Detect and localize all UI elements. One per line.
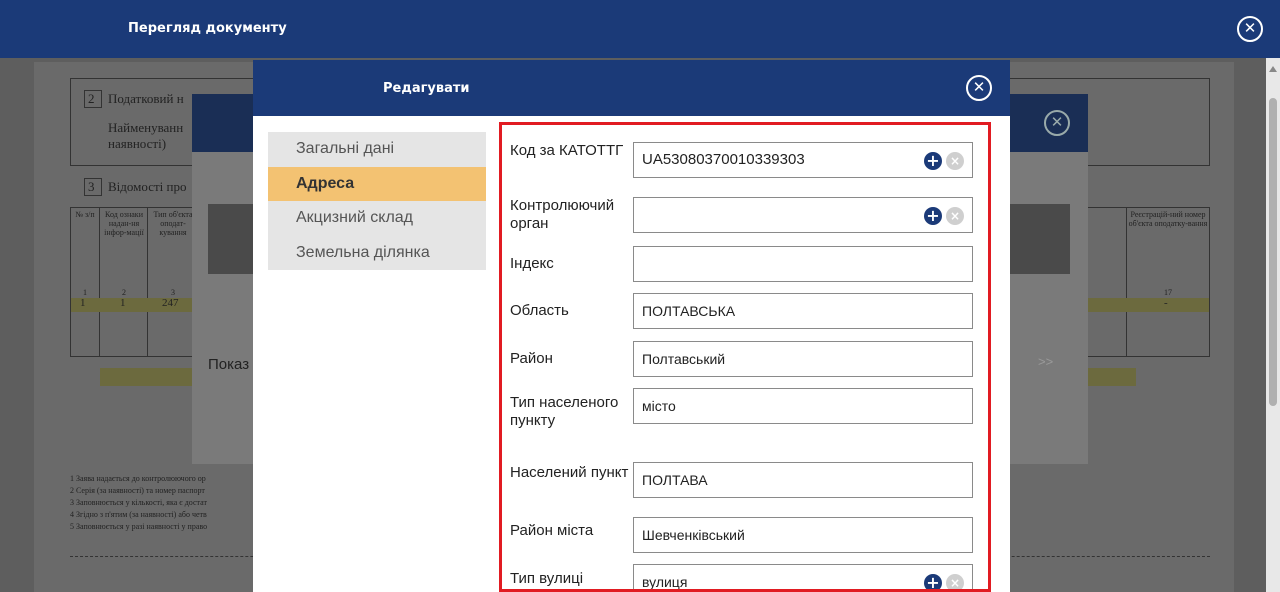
district-field[interactable]: Полтавський [633, 341, 973, 377]
table-col-divider [1126, 207, 1210, 357]
table-number-cell: 17 [1164, 288, 1172, 297]
street-type-value: вулиця [642, 574, 688, 590]
table-header-cell: Реєстрацій-ний номер об'єкта оподатку-ва… [1128, 210, 1208, 228]
street-type-field[interactable]: вулиця + × [633, 564, 973, 590]
plus-circle-icon[interactable]: + [924, 152, 942, 170]
region-field[interactable]: ПОЛТАВСЬКА [633, 293, 973, 329]
region-value: ПОЛТАВСЬКА [642, 303, 736, 319]
city-district-value: Шевченківський [642, 527, 745, 543]
street-type-label: Тип вулиці [510, 570, 584, 587]
section-3-title: Відомості про [108, 179, 187, 194]
footnote: 2 Серія (за наявності) та номер паспорт [70, 486, 205, 495]
nav-general[interactable]: Загальні дані [268, 132, 486, 167]
table-number-cell: 3 [171, 288, 175, 297]
show-label: Показ [208, 356, 250, 373]
table-header-cell: № з/п [75, 210, 95, 219]
scroll-up-icon[interactable] [1269, 66, 1277, 72]
table-number-cell: 1 [83, 288, 87, 297]
settlement-field[interactable]: ПОЛТАВА [633, 462, 973, 498]
page-scrollbar[interactable] [1266, 58, 1280, 592]
edit-modal: Редагувати ✕ Загальні дані Адреса Акцизн… [253, 60, 1010, 592]
address-form: Код за КАТОТТГ UA53080370010339303 + × К… [499, 122, 991, 592]
edit-sidenav: Загальні дані Адреса Акцизний склад Земе… [268, 132, 486, 270]
table-cell: 1 [120, 297, 126, 309]
settlement-value: ПОЛТАВА [642, 472, 708, 488]
next-page-button[interactable]: >> [1038, 354, 1053, 369]
table-header-cell: Тип об'єкта оподат-кування [153, 210, 193, 237]
footnote: 4 Згідно з п'ятим (за наявності) або чет… [70, 510, 207, 519]
table-cell: - [1164, 297, 1168, 309]
index-label: Індекс [510, 255, 554, 272]
authority-field[interactable]: + × [633, 197, 973, 233]
katottg-value: UA53080370010339303 [642, 151, 805, 168]
katottg-label: Код за КАТОТТГ [510, 142, 624, 159]
footnote: 3 Заповнюється у кількості, яка є достат [70, 498, 207, 507]
district-label: Район [510, 350, 553, 367]
footnote: 1 Заява надається до контролюючого ор [70, 474, 206, 483]
viewer-title: Перегляд документу [128, 21, 287, 36]
table-cell: 247 [162, 297, 179, 309]
nav-excise-warehouse[interactable]: Акцизний склад [268, 201, 486, 236]
x-circle-icon[interactable]: × [946, 574, 964, 589]
close-icon[interactable]: ✕ [1237, 16, 1263, 42]
edit-modal-header: Редагувати ✕ [253, 60, 1010, 116]
section-2-title: Податковий н [108, 91, 184, 106]
region-label: Область [510, 302, 569, 319]
table-number-cell: 2 [122, 288, 126, 297]
nav-land-plot[interactable]: Земельна ділянка [268, 236, 486, 271]
section-2-name-line2: наявності) [108, 136, 167, 151]
edit-modal-title: Редагувати [383, 81, 470, 96]
table-col-divider [70, 207, 100, 357]
authority-label: Контролюючий орган [510, 197, 615, 232]
settlement-type-label: Тип населеного пункту [510, 394, 619, 429]
index-field[interactable] [633, 246, 973, 282]
city-district-label: Район міста [510, 522, 594, 539]
district-value: Полтавський [642, 351, 726, 367]
scroll-thumb[interactable] [1269, 98, 1277, 406]
settlement-label: Населений пункт [510, 464, 629, 481]
section-2-number: 2 [88, 91, 95, 106]
x-circle-icon[interactable]: × [946, 152, 964, 170]
settlement-type-value: місто [642, 398, 676, 414]
city-district-field[interactable]: Шевченківський [633, 517, 973, 553]
nav-address[interactable]: Адреса [268, 166, 486, 201]
viewer-header: Перегляд документу ✕ [0, 0, 1280, 58]
x-circle-icon[interactable]: × [946, 207, 964, 225]
close-icon[interactable]: ✕ [966, 75, 992, 101]
footnote: 5 Заповнюється у разі наявності у право [70, 522, 208, 531]
table-cell: 1 [80, 297, 86, 309]
settlement-type-field[interactable]: місто [633, 388, 973, 424]
plus-circle-icon[interactable]: + [924, 207, 942, 225]
close-icon[interactable]: ✕ [1044, 110, 1070, 136]
section-3-number: 3 [88, 179, 95, 194]
section-2-name-line1: Найменуванн [108, 120, 184, 135]
table-header-cell: Код ознаки надан-ня інфор-мації [104, 210, 144, 237]
katottg-field[interactable]: UA53080370010339303 + × [633, 142, 973, 178]
plus-circle-icon[interactable]: + [924, 574, 942, 589]
